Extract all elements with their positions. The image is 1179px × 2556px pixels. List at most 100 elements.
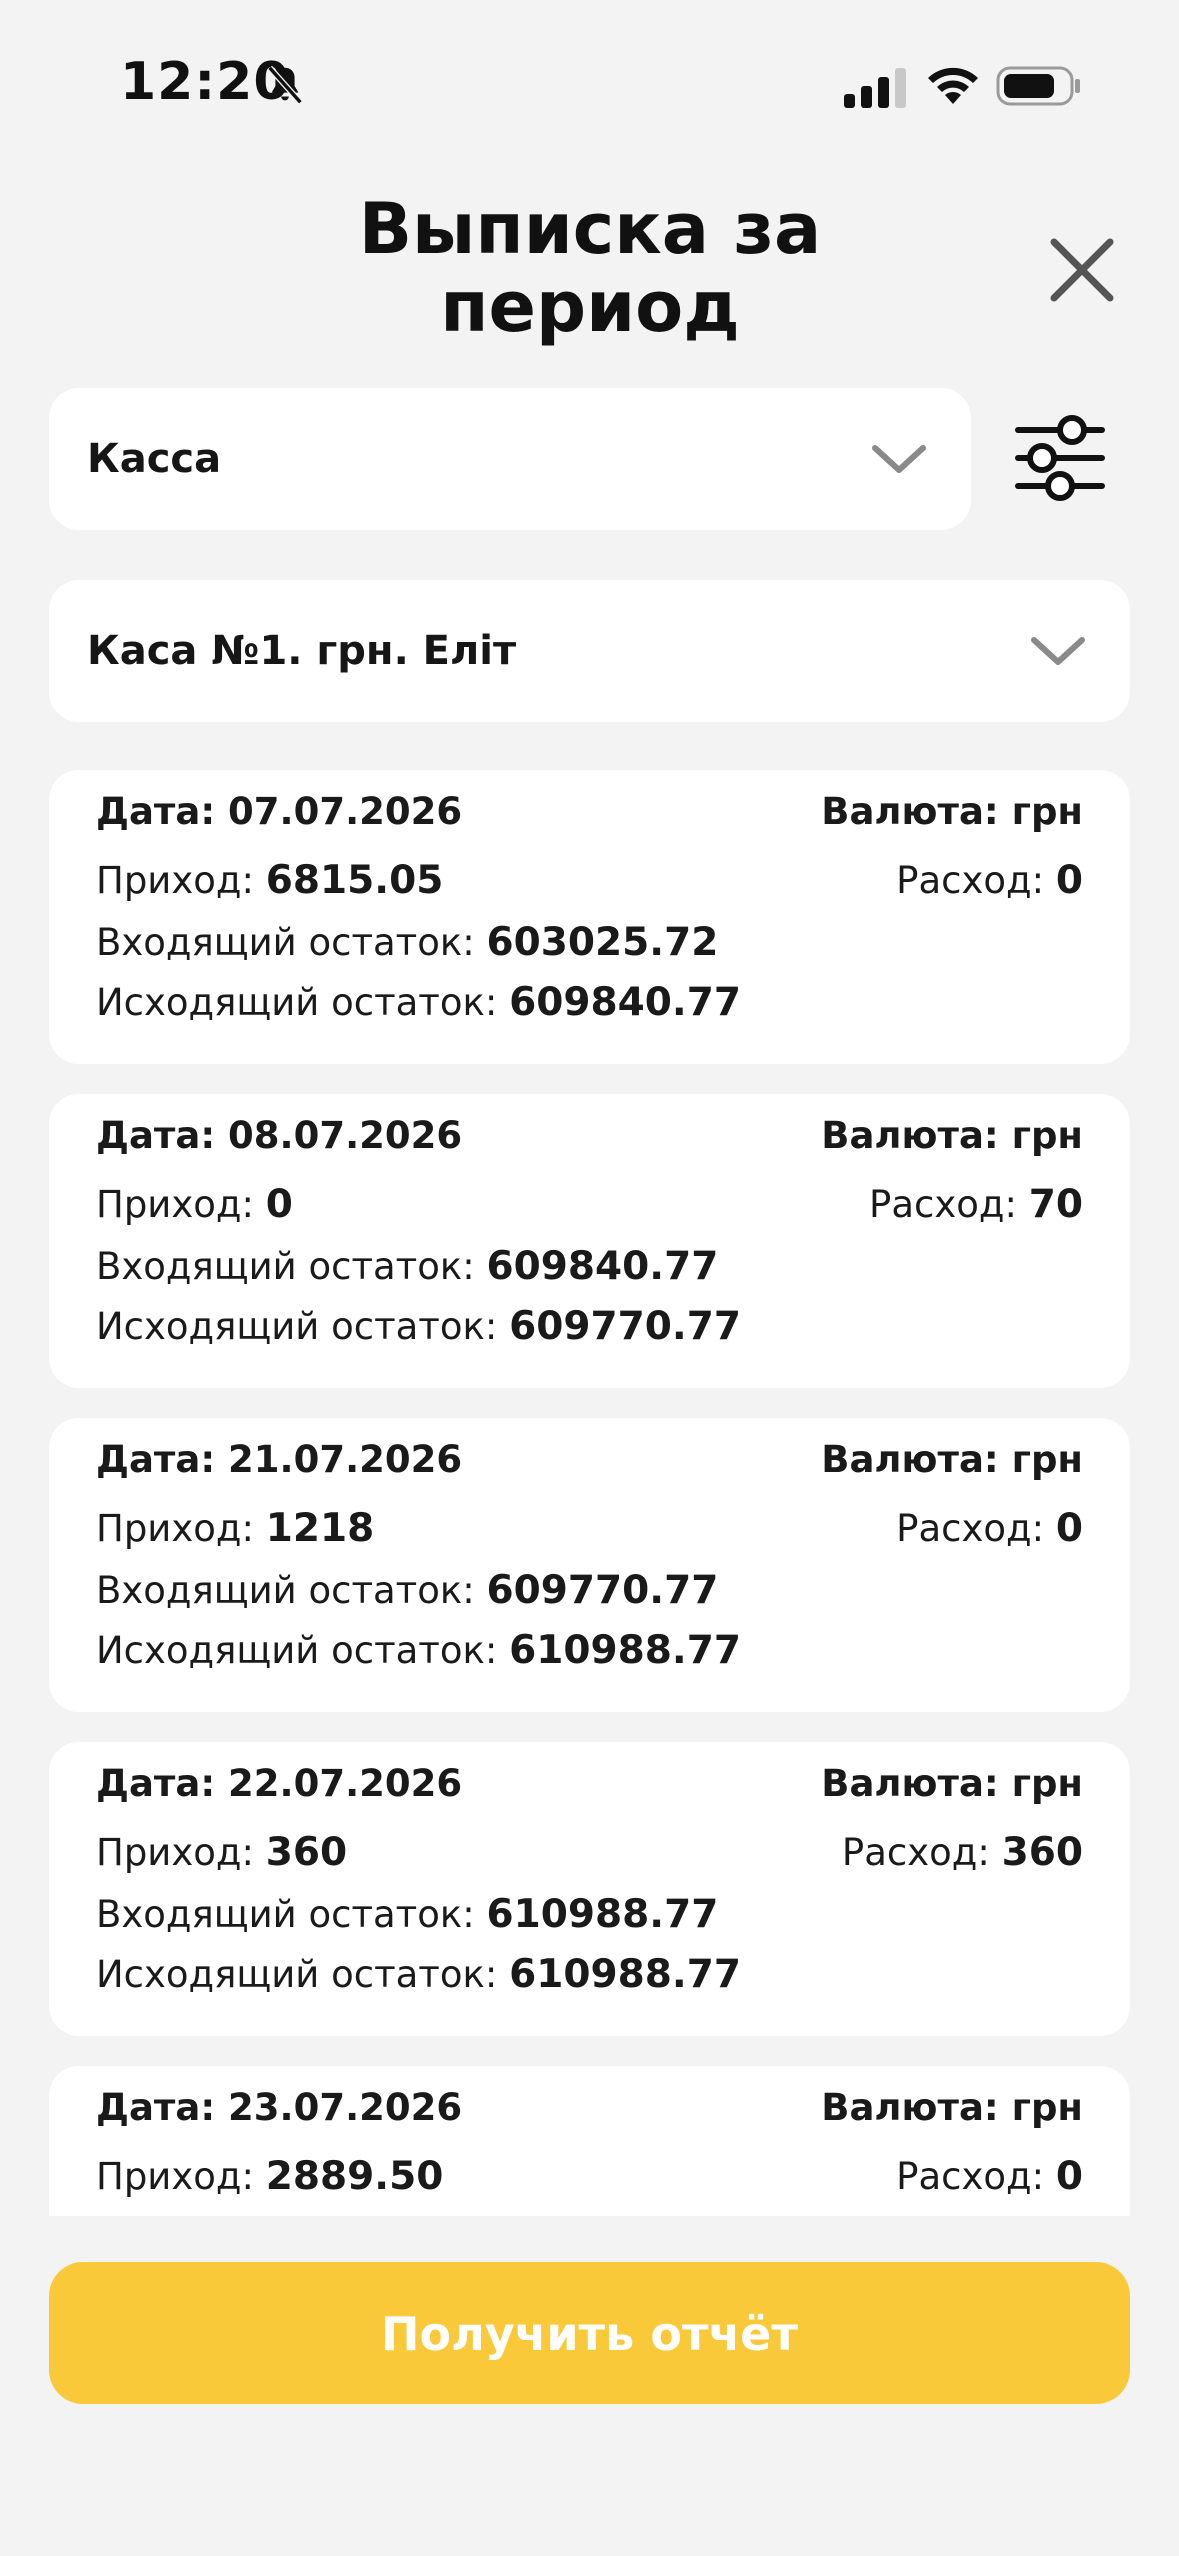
- currency-value: грн: [1011, 790, 1083, 833]
- currency-value: грн: [1011, 1762, 1083, 1805]
- opening-value: 610988.77: [486, 1892, 719, 1937]
- page-title-line2: период: [440, 266, 740, 348]
- currency-value: грн: [1011, 1438, 1083, 1481]
- expense-label: Расход:: [896, 859, 1045, 902]
- income-value: 2889.50: [265, 2154, 444, 2199]
- date-label: Дата:: [96, 2086, 216, 2129]
- close-icon[interactable]: [1048, 236, 1116, 304]
- sliders-icon[interactable]: [1012, 410, 1108, 506]
- closing-balance-row: Исходящий остаток: 609840.77: [96, 980, 1083, 1025]
- statement-card: Дата: 08.07.2026 Валюта: грн Приход: 0 Р…: [49, 1094, 1130, 1388]
- opening-value: 609840.77: [486, 1244, 719, 1289]
- battery-icon: [996, 66, 1080, 106]
- statement-card: Дата: 22.07.2026 Валюта: грн Приход: 360…: [49, 1742, 1130, 2036]
- income-label: Приход:: [96, 2155, 254, 2198]
- date-label: Дата:: [96, 1438, 216, 1481]
- card-header-row: Дата: 21.07.2026 Валюта: грн: [96, 1438, 1083, 1481]
- income-value: 1218: [265, 1506, 375, 1551]
- card-flow-row: Приход: 6815.05 Расход: 0: [96, 858, 1083, 903]
- expense-group: Расход: 0: [896, 2154, 1083, 2199]
- closing-value: 610988.77: [509, 1628, 741, 1673]
- closing-balance-row: Исходящий остаток: 610988.77: [96, 1952, 1083, 1997]
- date-label: Дата:: [96, 1114, 216, 1157]
- currency-label: Валюта:: [821, 2086, 999, 2129]
- income-value: 360: [265, 1830, 348, 1875]
- card-header-row: Дата: 23.07.2026 Валюта: грн: [96, 2086, 1083, 2129]
- chevron-down-icon: [872, 445, 926, 473]
- date-value: 08.07.2026: [228, 1114, 463, 1157]
- closing-value: 610988.77: [509, 1952, 741, 1997]
- expense-group: Расход: 70: [869, 1182, 1083, 1227]
- get-report-button[interactable]: Получить отчёт: [49, 2262, 1130, 2404]
- closing-balance-row: Исходящий остаток: 610988.77: [96, 1628, 1083, 1673]
- income-value: 6815.05: [265, 858, 444, 903]
- currency-value: грн: [1011, 2086, 1083, 2129]
- statement-card: Дата: 23.07.2026 Валюта: грн Приход: 288…: [49, 2066, 1130, 2216]
- closing-label: Исходящий остаток:: [96, 1305, 498, 1348]
- card-header-row: Дата: 22.07.2026 Валюта: грн: [96, 1762, 1083, 1805]
- currency-label: Валюта:: [821, 1438, 999, 1481]
- card-flow-row: Приход: 1218 Расход: 0: [96, 1506, 1083, 1551]
- currency-group: Валюта: грн: [821, 790, 1083, 833]
- date-value: 21.07.2026: [228, 1438, 463, 1481]
- expense-value: 0: [1055, 2154, 1083, 2199]
- page-title: Выписка за период: [250, 190, 930, 346]
- expense-label: Расход:: [869, 1183, 1017, 1226]
- date-value: 23.07.2026: [228, 2086, 463, 2129]
- opening-balance-row: Входящий остаток: 610988.77: [96, 1892, 1083, 1937]
- income-value: 0: [265, 1182, 293, 1227]
- opening-value: 609770.77: [486, 1568, 719, 1613]
- expense-label: Расход:: [841, 1831, 990, 1874]
- wifi-icon: [928, 67, 978, 104]
- card-flow-row: Приход: 0 Расход: 70: [96, 1182, 1083, 1227]
- currency-group: Валюта: грн: [821, 2086, 1083, 2129]
- opening-value: 603025.72: [486, 920, 719, 965]
- bell-slash-icon: [267, 65, 303, 105]
- closing-value: 609840.77: [509, 980, 741, 1025]
- expense-label: Расход:: [896, 2155, 1045, 2198]
- closing-balance-row: Исходящий остаток: 609770.77: [96, 1304, 1083, 1349]
- expense-group: Расход: 0: [896, 858, 1083, 903]
- date-value: 07.07.2026: [228, 790, 463, 833]
- cellular-signal-icon: [844, 68, 906, 108]
- cash-select[interactable]: Каса №1. грн. Еліт: [49, 580, 1130, 722]
- currency-label: Валюта:: [821, 1114, 999, 1157]
- card-header-row: Дата: 08.07.2026 Валюта: грн: [96, 1114, 1083, 1157]
- opening-label: Входящий остаток:: [96, 1893, 475, 1936]
- date-value: 22.07.2026: [228, 1762, 463, 1805]
- cash-select-value: Каса №1. грн. Еліт: [87, 628, 517, 674]
- opening-balance-row: Входящий остаток: 603025.72: [96, 920, 1083, 965]
- expense-group: Расход: 0: [896, 1506, 1083, 1551]
- status-bar: 12:20: [0, 0, 1179, 180]
- opening-balance-row: Входящий остаток: 609840.77: [96, 1244, 1083, 1289]
- currency-group: Валюта: грн: [821, 1438, 1083, 1481]
- expense-value: 360: [1001, 1830, 1083, 1875]
- closing-label: Исходящий остаток:: [96, 981, 498, 1024]
- page-title-line1: Выписка за: [358, 188, 822, 270]
- currency-group: Валюта: грн: [821, 1114, 1083, 1157]
- statement-list[interactable]: Дата: 07.07.2026 Валюта: грн Приход: 681…: [49, 770, 1130, 2216]
- currency-label: Валюта:: [821, 790, 999, 833]
- card-flow-row: Приход: 2889.50 Расход: 0: [96, 2154, 1083, 2199]
- chevron-down-icon: [1031, 637, 1085, 665]
- date-label: Дата:: [96, 790, 216, 833]
- statement-card: Дата: 21.07.2026 Валюта: грн Приход: 121…: [49, 1418, 1130, 1712]
- income-label: Приход:: [96, 859, 254, 902]
- expense-label: Расход:: [896, 1507, 1045, 1550]
- currency-label: Валюта:: [821, 1762, 999, 1805]
- income-label: Приход:: [96, 1183, 254, 1226]
- income-label: Приход:: [96, 1831, 254, 1874]
- opening-label: Входящий остаток:: [96, 921, 475, 964]
- income-label: Приход:: [96, 1507, 254, 1550]
- type-select-value: Касса: [87, 436, 222, 482]
- date-label: Дата:: [96, 1762, 216, 1805]
- opening-label: Входящий остаток:: [96, 1245, 475, 1288]
- currency-group: Валюта: грн: [821, 1762, 1083, 1805]
- currency-value: грн: [1011, 1114, 1083, 1157]
- closing-label: Исходящий остаток:: [96, 1953, 498, 1996]
- card-header-row: Дата: 07.07.2026 Валюта: грн: [96, 790, 1083, 833]
- expense-value: 70: [1028, 1182, 1083, 1227]
- statement-card: Дата: 07.07.2026 Валюта: грн Приход: 681…: [49, 770, 1130, 1064]
- type-select[interactable]: Касса: [49, 388, 971, 530]
- expense-value: 0: [1055, 858, 1083, 903]
